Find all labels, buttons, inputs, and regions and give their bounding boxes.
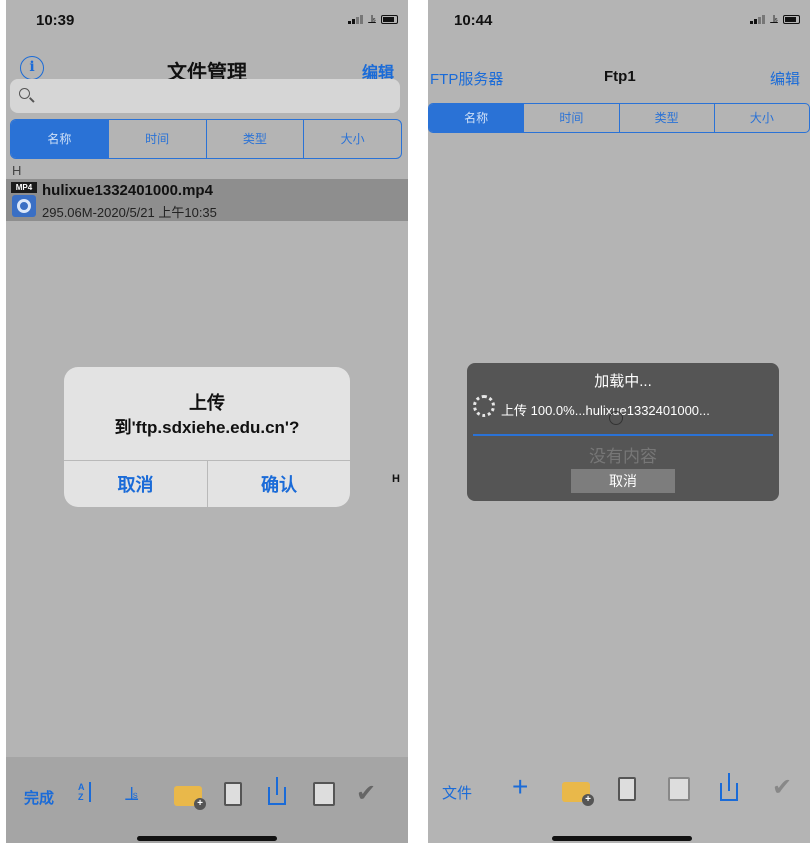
wifi-share-icon[interactable]: ⫡ (125, 783, 138, 806)
status-icons: ⫡ (749, 12, 800, 26)
edit-button[interactable]: 编辑 (770, 68, 800, 89)
new-folder-icon[interactable]: + (174, 786, 206, 810)
hud-title: 加载中... (594, 373, 652, 390)
tab-type[interactable]: 类型 (205, 120, 304, 158)
share-arrow-icon (728, 773, 730, 791)
confirm-button[interactable]: 确认 (208, 471, 350, 497)
tab-time[interactable]: 时间 (107, 120, 206, 158)
new-file-icon[interactable] (224, 782, 242, 806)
navigation-bar: FTP服务器 Ftp1 编辑 (428, 66, 810, 102)
empty-text: 没有内容 (589, 447, 657, 466)
tab-name[interactable]: 名称 (429, 104, 524, 132)
done-button[interactable]: 完成 (24, 787, 54, 808)
progress-bar (473, 434, 773, 436)
status-time: 10:39 (36, 12, 75, 29)
bottom-toolbar: 完成 AZ ⫡ + ✔ (6, 757, 408, 843)
add-icon[interactable]: + (512, 773, 528, 801)
alert-title: 上传 (189, 393, 225, 413)
spinner-icon (473, 395, 495, 417)
file-button[interactable]: 文件 (442, 782, 472, 803)
paste-icon[interactable] (668, 777, 690, 801)
home-indicator (137, 836, 277, 841)
share-arrow-icon (276, 777, 278, 795)
new-file-icon[interactable] (618, 777, 636, 801)
mp4-file-icon: MP4 (11, 182, 37, 218)
tab-name[interactable]: 名称 (11, 120, 108, 158)
status-bar: 10:44 ⫡ (428, 0, 810, 40)
tab-size[interactable]: 大小 (303, 120, 401, 158)
back-button[interactable]: FTP服务器 (430, 68, 503, 89)
bottom-toolbar: 文件 + + ✔ (428, 757, 810, 843)
signal-icon (347, 14, 363, 24)
sort-tabs: 名称 时间 类型 大小 (10, 119, 402, 159)
page-title: Ftp1 (604, 68, 636, 85)
file-list-item[interactable]: MP4 hulixue1332401000.mp4 295.06M-2020/5… (6, 179, 408, 221)
alert-message: 到'ftp.sdxiehe.edu.cn'? (114, 418, 300, 437)
tab-type[interactable]: 类型 (618, 104, 714, 132)
wifi-icon: ⫡ (367, 12, 376, 26)
mp4-badge: MP4 (11, 182, 37, 193)
upload-progress-text: 上传 100.0%...hulixue1332401000... (501, 403, 710, 418)
file-name: hulixue1332401000.mp4 (42, 182, 213, 199)
search-input[interactable] (38, 85, 388, 107)
battery-icon (381, 14, 398, 24)
index-letter[interactable]: H (392, 473, 400, 485)
sort-tabs: 名称 时间 类型 大小 (428, 103, 810, 133)
left-phone-screen: 10:39 ⫡ i 文件管理 编辑 名称 时间 类型 大小 H MP4 huli… (6, 0, 408, 843)
check-all-icon[interactable]: ✔ (356, 779, 376, 808)
loading-hud: 加载中... 上传 100.0%...hulixue1332401000... … (467, 363, 779, 501)
signal-icon (749, 14, 765, 24)
paste-icon[interactable] (313, 782, 335, 806)
tab-time[interactable]: 时间 (523, 104, 618, 132)
status-icons: ⫡ (347, 12, 398, 26)
hud-cancel-button[interactable]: 取消 (571, 469, 675, 493)
sort-arrow-icon (89, 782, 91, 802)
upload-alert: 上传 到'ftp.sdxiehe.edu.cn'? 取消 确认 (64, 367, 350, 507)
right-phone-screen: 10:44 ⫡ FTP服务器 Ftp1 编辑 名称 时间 类型 大小 加载中..… (428, 0, 810, 843)
quicktime-icon (12, 195, 36, 217)
battery-icon (783, 14, 800, 24)
search-bar[interactable] (10, 79, 400, 113)
new-folder-icon[interactable]: + (562, 782, 594, 806)
status-time: 10:44 (454, 12, 493, 29)
check-all-icon[interactable]: ✔ (772, 773, 792, 802)
tab-size[interactable]: 大小 (713, 104, 809, 132)
file-meta: 295.06M-2020/5/21 上午10:35 (42, 205, 217, 220)
home-indicator (552, 836, 692, 841)
search-icon-handle (29, 97, 35, 103)
cancel-button[interactable]: 取消 (64, 471, 207, 497)
wifi-icon: ⫡ (769, 12, 778, 26)
section-header: H (12, 163, 22, 178)
progress-spinner-icon (609, 411, 623, 425)
status-bar: 10:39 ⫡ (6, 0, 408, 40)
sort-az-icon[interactable]: AZ (78, 782, 85, 802)
